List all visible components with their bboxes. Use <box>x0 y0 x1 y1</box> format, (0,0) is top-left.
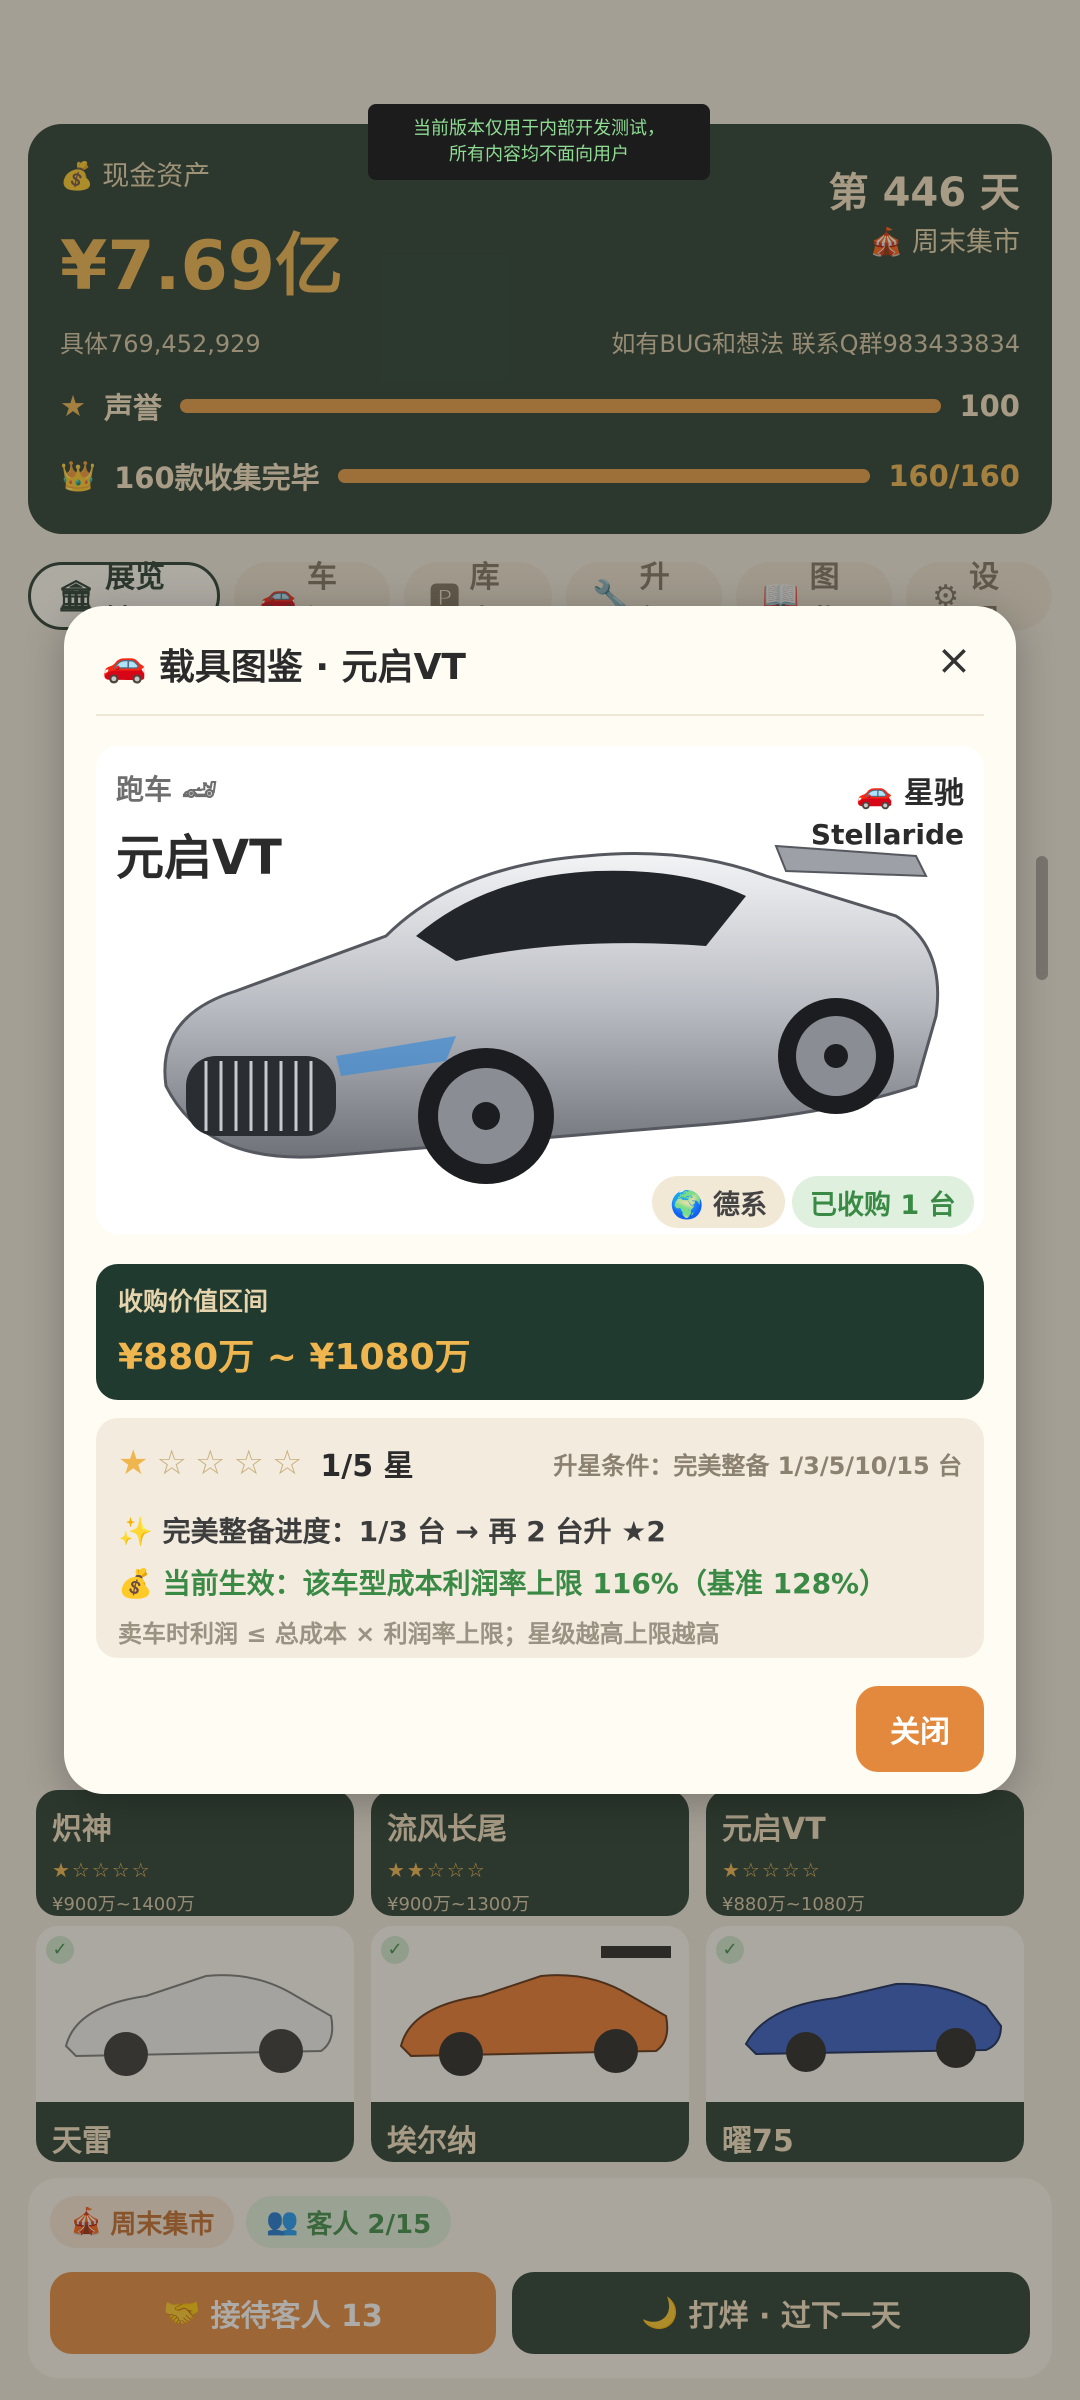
star-level: 1/5 星 <box>320 1449 414 1484</box>
dev-notice-line1: 当前版本仅用于内部开发测试， <box>413 118 665 139</box>
dev-notice: 当前版本仅用于内部开发测试， 所有内容均不面向用户 <box>368 104 710 180</box>
star-rating-icon: ☆ <box>156 1443 187 1483</box>
close-button[interactable]: 关闭 <box>856 1686 984 1772</box>
value-range-box: 收购价值区间 ¥880万 ~ ¥1080万 <box>96 1264 984 1400</box>
close-icon[interactable]: × <box>932 639 976 684</box>
profit-note: 卖车时利润 ≤ 总成本 × 利润率上限；星级越高上限越高 <box>118 1620 720 1648</box>
origin-tag: 🌍 德系 <box>652 1176 786 1228</box>
star-rating-icon: ☆ <box>271 1443 303 1483</box>
car-name: 元启VT <box>116 830 282 886</box>
modal-title-text: 载具图鉴 · 元启VT <box>158 647 466 688</box>
car-type: 跑车 🏎 <box>116 773 218 806</box>
value-label: 收购价值区间 <box>118 1287 269 1316</box>
star-rating-icon: ☆ <box>233 1443 264 1483</box>
divider <box>96 714 984 716</box>
dev-notice-line2: 所有内容均不面向用户 <box>449 144 629 165</box>
star-condition: 升星条件：完美整备 1/3/5/10/15 台 <box>553 1451 962 1480</box>
prep-progress: ✨ 完美整备进度：1/3 台 → 再 2 台升 ★2 <box>118 1515 666 1548</box>
value-range: ¥880万 ~ ¥1080万 <box>118 1337 471 1378</box>
modal-title: 🚗 载具图鉴 · 元启VT <box>102 638 466 690</box>
vehicle-catalog-modal: 🚗 载具图鉴 · 元启VT × 跑车 🏎 元启VT 🚗 星驰 Stellarid… <box>64 606 1016 1794</box>
car-icon: 🚗 <box>102 644 147 685</box>
owned-tag: 已收购 1 台 <box>792 1176 974 1228</box>
car-hero: 跑车 🏎 元启VT 🚗 星驰 Stellaride 🌍 德系 已收购 1 台 <box>96 746 984 1234</box>
star-row: ★ ☆ ☆ ☆ ☆ 1/5 星 升星条件：完美整备 1/3/5/10/15 台 <box>118 1440 962 1486</box>
star-rating-icon: ★ <box>118 1443 149 1483</box>
star-rating-icon: ☆ <box>194 1443 226 1483</box>
car-brand: 🚗 星驰 <box>856 776 964 811</box>
current-effect: 💰 当前生效：该车型成本利润率上限 116%（基准 128%） <box>118 1567 888 1600</box>
star-info-box: ★ ☆ ☆ ☆ ☆ 1/5 星 升星条件：完美整备 1/3/5/10/15 台 … <box>96 1418 984 1658</box>
car-brand-sub: Stellaride <box>810 818 964 851</box>
